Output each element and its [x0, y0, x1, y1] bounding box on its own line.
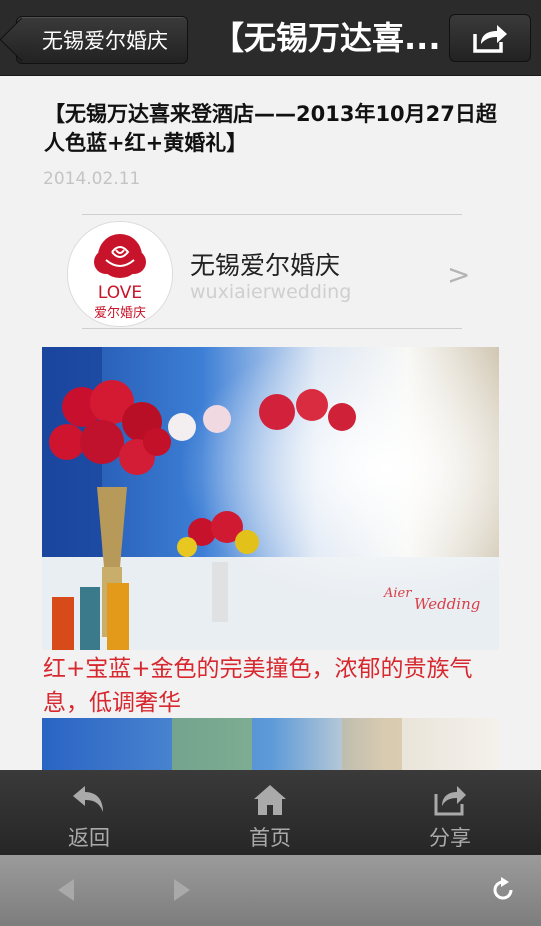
account-id: wuxiaierwedding: [190, 281, 352, 303]
tab-home-label: 首页: [249, 826, 291, 850]
account-name[interactable]: 无锡爱尔婚庆: [190, 246, 340, 282]
logo-brand-text: 爱尔婚庆: [93, 306, 146, 321]
photo-caption: 红+宝蓝+金色的完美撞色，浓郁的贵族气息，低调奢华: [43, 656, 473, 716]
account-avatar[interactable]: LOVE 爱尔婚庆: [67, 221, 173, 327]
back-button-label: 无锡爱尔婚庆: [42, 29, 168, 53]
bottom-tab-bar: 返回 首页 分享: [0, 770, 541, 855]
share-icon: [473, 25, 507, 53]
wedding-photo[interactable]: [42, 718, 499, 770]
watermark-text: Aier: [383, 586, 412, 601]
chevron-right-icon[interactable]: >: [447, 258, 470, 291]
page-title: 【无锡万达喜...: [212, 19, 441, 57]
home-icon: [254, 785, 286, 815]
divider: [82, 214, 462, 215]
tab-home[interactable]: 首页: [210, 770, 330, 855]
browser-forward-icon[interactable]: [170, 877, 194, 903]
wedding-photo-graphic: Aier Wedding: [42, 347, 499, 650]
back-button[interactable]: 无锡爱尔婚庆: [16, 16, 188, 64]
browser-toolbar: [0, 855, 541, 926]
divider: [82, 328, 462, 329]
browser-back-icon[interactable]: [54, 877, 78, 903]
logo-love-text: LOVE: [97, 283, 143, 303]
tab-share-label: 分享: [429, 826, 471, 850]
tab-back-label: 返回: [68, 826, 110, 850]
share-icon: [434, 786, 466, 816]
watermark-text: Wedding: [414, 595, 480, 613]
article-title: 【无锡万达喜来登酒店——2013年10月27日超人色蓝+红+黄婚礼】: [44, 102, 497, 155]
tab-back[interactable]: 返回: [29, 770, 149, 855]
wedding-photo[interactable]: Aier Wedding: [42, 347, 499, 650]
article-content[interactable]: 【无锡万达喜来登酒店——2013年10月27日超人色蓝+红+黄婚礼】 2014.…: [0, 76, 541, 770]
tab-share[interactable]: 分享: [390, 770, 510, 855]
share-button[interactable]: [449, 14, 531, 62]
reload-icon[interactable]: [489, 876, 517, 904]
top-nav-bar: 无锡爱尔婚庆 【无锡万达喜...: [0, 0, 541, 76]
back-arrow-icon: [73, 786, 103, 812]
article-date: 2014.02.11: [43, 169, 141, 189]
wedding-photo-graphic: [42, 718, 499, 770]
